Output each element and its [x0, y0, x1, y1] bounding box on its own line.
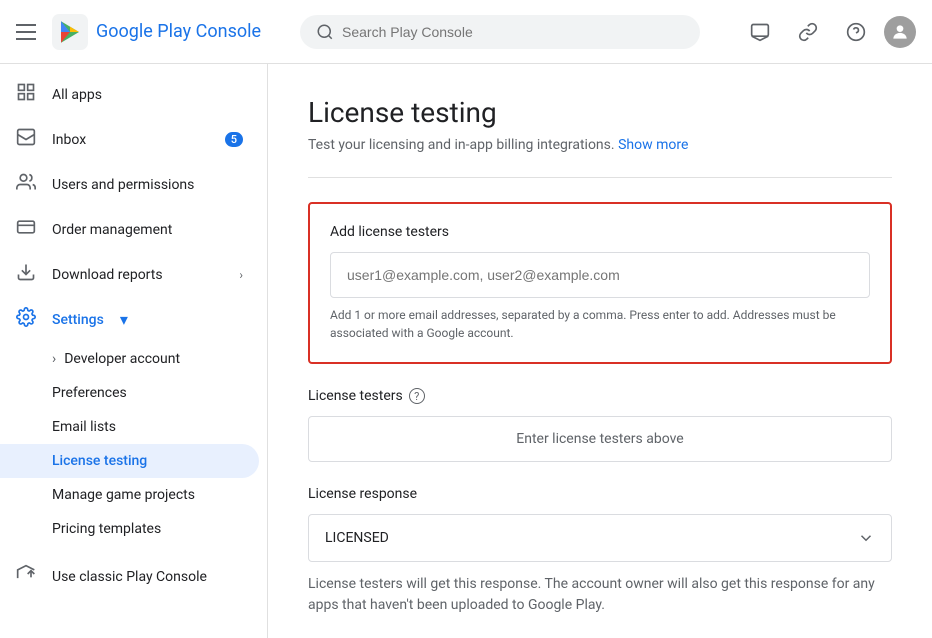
all-apps-icon: [16, 82, 36, 107]
sidebar-item-users[interactable]: Users and permissions: [0, 162, 259, 207]
logo-icon: [52, 14, 88, 50]
feedback-icon: [750, 22, 770, 42]
license-testers-section-label: License testers ?: [308, 388, 892, 404]
sidebar-item-order[interactable]: Order management: [0, 207, 259, 252]
settings-icon: [16, 307, 36, 332]
email-input[interactable]: [330, 252, 870, 298]
sidebar-item-settings-label: Settings: [52, 312, 104, 328]
page-title: License testing: [308, 96, 892, 129]
sidebar-item-manage-game[interactable]: Manage game projects: [0, 478, 259, 512]
license-response-label: License response: [308, 486, 892, 502]
license-response-select[interactable]: LICENSED: [308, 514, 892, 562]
sidebar-item-download[interactable]: Download reports ›: [0, 252, 259, 297]
license-testers-help-icon[interactable]: ?: [409, 388, 425, 404]
logo-text: Google Play Console: [96, 21, 261, 42]
search-input[interactable]: [342, 24, 684, 40]
sidebar-item-settings[interactable]: Settings ▾: [0, 297, 259, 342]
sidebar: All apps Inbox 5 Users and per: [0, 64, 268, 638]
download-icon: [16, 262, 36, 287]
sidebar-item-all-apps-label: All apps: [52, 87, 102, 103]
link-icon: [798, 22, 818, 42]
feedback-button[interactable]: [740, 12, 780, 52]
avatar-icon: [890, 22, 910, 42]
sidebar-item-license-testing[interactable]: License testing: [0, 444, 259, 478]
sidebar-item-preferences-label: Preferences: [52, 385, 127, 401]
order-icon: [16, 217, 36, 242]
add-testers-box: Add license testers Add 1 or more email …: [308, 202, 892, 364]
header-left: Google Play Console: [16, 14, 284, 50]
classic-icon: [16, 564, 36, 589]
sidebar-item-order-label: Order management: [52, 222, 172, 238]
page-subtitle: Test your licensing and in-app billing i…: [308, 137, 892, 153]
add-testers-hint: Add 1 or more email addresses, separated…: [330, 306, 870, 342]
sidebar-item-download-label: Download reports: [52, 267, 163, 283]
search-icon: [316, 23, 334, 41]
sidebar-item-inbox[interactable]: Inbox 5: [0, 117, 259, 162]
app-header: Google Play Console: [0, 0, 932, 64]
avatar[interactable]: [884, 16, 916, 48]
inbox-badge: 5: [225, 132, 243, 147]
license-response-description: License testers will get this response. …: [308, 574, 892, 616]
help-button[interactable]: [836, 12, 876, 52]
sidebar-item-preferences[interactable]: Preferences: [0, 376, 259, 410]
help-icon: [846, 22, 866, 42]
download-expand-icon: ›: [239, 268, 243, 282]
settings-chevron-down-icon: ▾: [120, 310, 128, 329]
sidebar-item-developer-account-label: Developer account: [64, 351, 180, 367]
sidebar-item-email-lists[interactable]: Email lists: [0, 410, 259, 444]
link-button[interactable]: [788, 12, 828, 52]
sidebar-item-inbox-label: Inbox: [52, 132, 86, 148]
main-content: License testing Test your licensing and …: [268, 64, 932, 638]
users-icon: [16, 172, 36, 197]
sidebar-item-manage-game-label: Manage game projects: [52, 487, 195, 503]
sidebar-item-email-lists-label: Email lists: [52, 419, 116, 435]
testers-placeholder: Enter license testers above: [308, 416, 892, 462]
sidebar-item-all-apps[interactable]: All apps: [0, 72, 259, 117]
sidebar-item-users-label: Users and permissions: [52, 177, 194, 193]
logo: Google Play Console: [52, 14, 261, 50]
sidebar-item-license-testing-label: License testing: [52, 453, 147, 469]
sidebar-item-developer-account[interactable]: › Developer account: [0, 342, 259, 376]
app-body: All apps Inbox 5 Users and per: [0, 64, 932, 638]
sidebar-item-classic[interactable]: Use classic Play Console: [0, 554, 259, 599]
sidebar-item-classic-label: Use classic Play Console: [52, 569, 207, 585]
add-testers-label: Add license testers: [330, 224, 870, 240]
show-more-link[interactable]: Show more: [618, 137, 688, 153]
license-response-value: LICENSED: [325, 530, 389, 546]
inbox-icon: [16, 127, 36, 152]
chevron-down-icon: [857, 529, 875, 547]
header-right: [740, 12, 916, 52]
hamburger-menu[interactable]: [16, 24, 36, 40]
developer-account-chevron-icon: ›: [52, 351, 56, 367]
sidebar-item-pricing-templates-label: Pricing templates: [52, 521, 161, 537]
divider: [308, 177, 892, 178]
search-bar[interactable]: [300, 15, 700, 49]
sidebar-item-pricing-templates[interactable]: Pricing templates: [0, 512, 259, 546]
